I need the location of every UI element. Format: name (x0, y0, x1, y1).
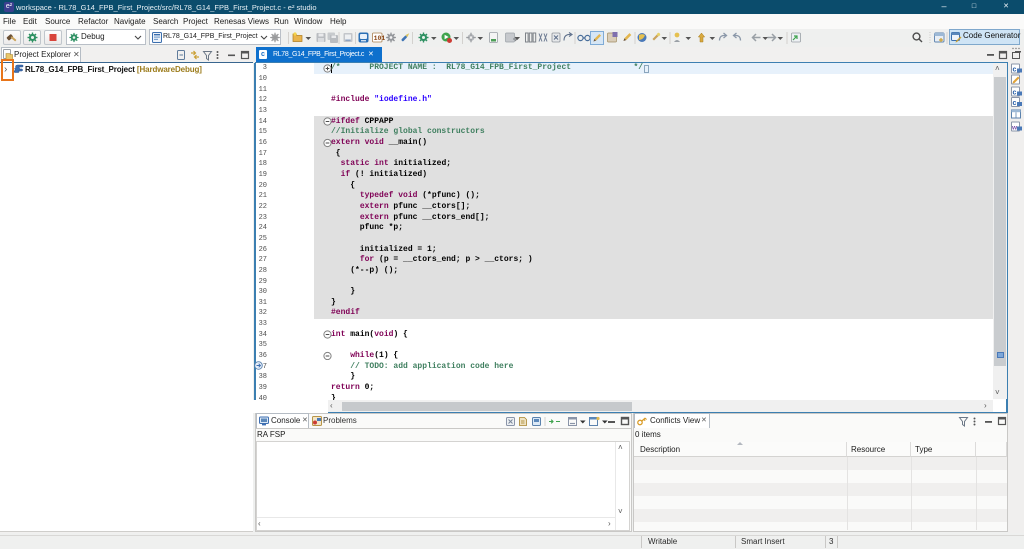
svg-text:c: c (1013, 100, 1017, 107)
svg-text:101: 101 (374, 35, 386, 42)
svg-text:c: c (1013, 67, 1017, 74)
svg-text:c: c (1013, 90, 1017, 97)
svg-text:w: w (1011, 125, 1018, 132)
